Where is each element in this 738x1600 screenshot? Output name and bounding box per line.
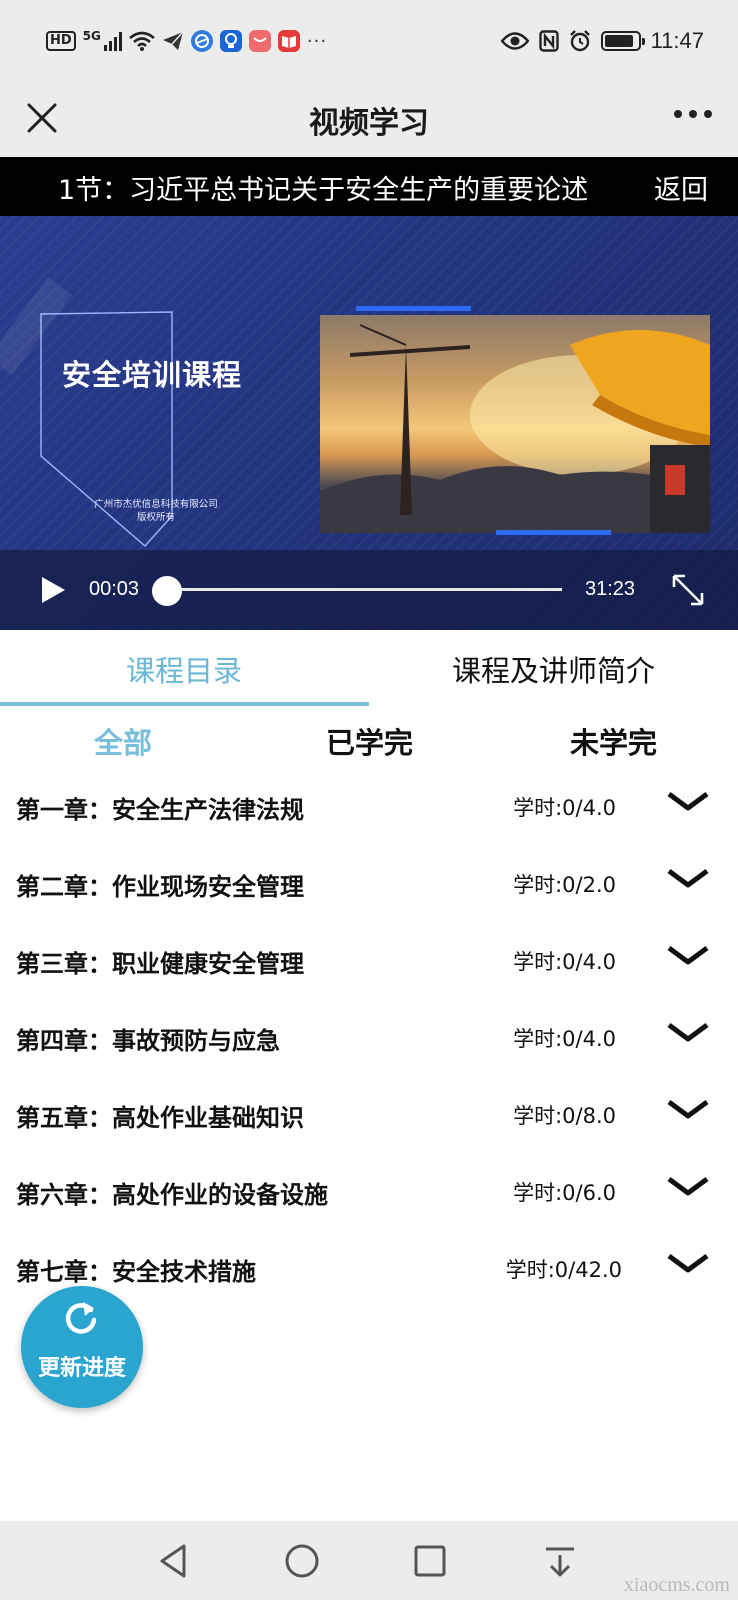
telegram-icon bbox=[162, 31, 184, 50]
seek-bar[interactable] bbox=[166, 588, 562, 591]
alarm-icon bbox=[569, 30, 590, 52]
signal-icon bbox=[103, 31, 122, 51]
bulb-app-icon bbox=[219, 30, 242, 52]
hd-badge: HD bbox=[46, 31, 76, 51]
wifi-icon bbox=[129, 31, 155, 51]
chapter-title: 第七章：安全技术措施 bbox=[16, 1258, 256, 1286]
chapter-hours: 学时:0/4.0 bbox=[513, 1027, 616, 1051]
title-bar: 视频学习 bbox=[0, 80, 738, 157]
book-app-icon bbox=[277, 30, 300, 52]
chevron-down-icon[interactable] bbox=[666, 1096, 710, 1126]
notification-pull-icon[interactable] bbox=[540, 1541, 580, 1581]
lesson-bar: 1节：习近平总书记关于安全生产的重要论述 返回 bbox=[0, 157, 738, 216]
status-right: 11:47 bbox=[500, 24, 704, 58]
chapter-hours: 学时:0/4.0 bbox=[513, 796, 616, 820]
slide-photo bbox=[320, 315, 710, 533]
play-icon[interactable] bbox=[38, 574, 68, 606]
duration: 31:23 bbox=[585, 578, 636, 600]
chevron-down-icon[interactable] bbox=[666, 942, 710, 972]
filter-incomplete[interactable]: 未学完 bbox=[570, 720, 657, 762]
more-menu-button[interactable] bbox=[674, 110, 712, 118]
chevron-down-icon[interactable] bbox=[666, 1019, 710, 1049]
chapter-item[interactable]: 第五章：高处作业基础知识 学时:0/8.0 bbox=[0, 1084, 738, 1148]
current-time: 00:03 bbox=[89, 578, 140, 600]
back-button[interactable]: 返回 bbox=[654, 168, 708, 207]
chapter-item[interactable]: 第四章：事故预防与应急 学时:0/4.0 bbox=[0, 1007, 738, 1071]
nfc-icon bbox=[538, 30, 559, 52]
filter-completed[interactable]: 已学完 bbox=[326, 720, 413, 762]
page-title: 视频学习 bbox=[309, 106, 429, 141]
course-tabs: 课程目录 课程及讲师简介 bbox=[0, 630, 738, 708]
chapter-title: 第三章：职业健康安全管理 bbox=[16, 950, 304, 978]
shopping-app-icon bbox=[248, 30, 271, 52]
battery-icon bbox=[600, 31, 645, 51]
chapter-hours: 学时:0/6.0 bbox=[513, 1181, 616, 1205]
video-player[interactable]: 安全培训课程 广州市杰优信息科技有限公司 版权所有 00:03 31:23 bbox=[0, 216, 738, 630]
chapter-item[interactable]: 第六章：高处作业的设备设施 学时:0/6.0 bbox=[0, 1161, 738, 1225]
more-notifications: ··· bbox=[306, 30, 328, 52]
chevron-down-icon[interactable] bbox=[666, 1250, 710, 1280]
chevron-down-icon[interactable] bbox=[666, 788, 710, 818]
video-controls: 00:03 31:23 bbox=[0, 550, 738, 630]
chapter-title: 第一章：安全生产法律法规 bbox=[16, 796, 304, 824]
browser-icon bbox=[190, 30, 213, 52]
chapter-title: 第四章：事故预防与应急 bbox=[16, 1027, 280, 1055]
chapter-hours: 学时:0/4.0 bbox=[513, 950, 616, 974]
slide-title: 安全培训课程 bbox=[62, 358, 243, 392]
status-left: HD 5G ··· bbox=[46, 26, 327, 56]
tab-course-intro[interactable]: 课程及讲师简介 bbox=[452, 648, 655, 690]
refresh-icon bbox=[65, 1302, 97, 1334]
slide-accent-bottom bbox=[496, 530, 611, 535]
chapter-hours: 学时:0/8.0 bbox=[513, 1104, 616, 1128]
tab-course-catalog[interactable]: 课程目录 bbox=[126, 648, 242, 690]
filter-all[interactable]: 全部 bbox=[94, 720, 152, 762]
eye-icon bbox=[500, 32, 529, 50]
lesson-title: 1节：习近平总书记关于安全生产的重要论述 bbox=[58, 175, 589, 206]
fullscreen-icon[interactable] bbox=[670, 572, 706, 608]
home-circle-icon[interactable] bbox=[282, 1541, 322, 1581]
slide-accent-top bbox=[356, 306, 471, 311]
update-progress-label: 更新进度 bbox=[37, 1356, 126, 1381]
chapter-title: 第六章：高处作业的设备设施 bbox=[16, 1181, 328, 1209]
back-triangle-icon[interactable] bbox=[154, 1541, 194, 1581]
update-progress-button[interactable]: 更新进度 bbox=[21, 1286, 143, 1408]
chapter-title: 第五章：高处作业基础知识 bbox=[16, 1104, 304, 1132]
chapter-title: 第二章：作业现场安全管理 bbox=[16, 873, 304, 901]
chapter-hours: 学时:0/2.0 bbox=[513, 873, 616, 897]
active-tab-indicator bbox=[0, 702, 369, 706]
progress-filters: 全部 已学完 未学完 bbox=[0, 710, 738, 770]
network-type: 5G bbox=[82, 29, 101, 43]
recents-square-icon[interactable] bbox=[410, 1541, 450, 1581]
slide-company: 广州市杰优信息科技有限公司 版权所有 bbox=[94, 499, 218, 523]
status-bar: HD 5G ··· 11:47 bbox=[0, 0, 738, 80]
status-time: 11:47 bbox=[650, 28, 704, 53]
chapter-hours: 学时:0/42.0 bbox=[505, 1258, 622, 1282]
seek-handle[interactable] bbox=[152, 576, 182, 606]
chapter-item[interactable]: 第二章：作业现场安全管理 学时:0/2.0 bbox=[0, 853, 738, 917]
chapter-item[interactable]: 第一章：安全生产法律法规 学时:0/4.0 bbox=[0, 776, 738, 840]
watermark: xiaocms.com bbox=[623, 1574, 730, 1596]
chevron-down-icon[interactable] bbox=[666, 1173, 710, 1203]
chapter-item[interactable]: 第三章：职业健康安全管理 学时:0/4.0 bbox=[0, 930, 738, 994]
chevron-down-icon[interactable] bbox=[666, 865, 710, 895]
